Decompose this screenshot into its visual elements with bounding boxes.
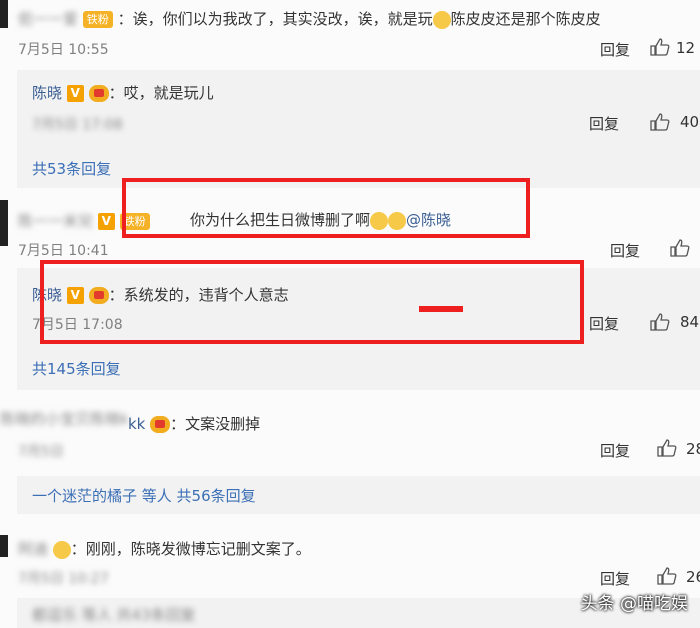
comment-1-reply-button[interactable]: 回复 [600,39,630,60]
reply-1-text: ：哎，就是玩儿 [108,84,214,102]
comment-3-username[interactable]: 陈晓的小宝贝陈晓kk [0,408,128,429]
comment-3-username-visible[interactable]: kk [128,415,145,433]
verified-icon: V [66,85,84,102]
comment-1-line: 伌一一爱 铁粉 ：诶，你们以为我改了，其实没改，诶，就是玩 陈皮皮还是那个陈皮皮 [18,8,601,29]
comment-1-time: 7月5日 10:55 [18,42,109,58]
comment-3-line: 陈晓的小宝贝陈晓kkkk ：文案没删掉 [0,408,260,434]
comment-1-replies: 陈晓 V ：哎，就是玩儿 7月5日 17:08 回复 40 共53条回复 [17,70,700,188]
avatar[interactable] [0,0,8,28]
comment-2-reply-button[interactable]: 回复 [610,240,640,261]
comment-1-likes: 12 [676,39,696,57]
vip-crown-icon [150,416,171,433]
comment-3-text: ：文案没删掉 [170,415,261,433]
comment-1-text: ：诶，你们以为我改了，其实没改，诶，就是玩 [117,10,433,28]
comment-4-line: 阿迪 ：刚刚，陈晓发微博忘记删文案了。 [18,538,311,559]
highlight-box [40,260,584,344]
highlight-mark [419,306,463,312]
highlight-box [122,178,530,238]
comment-4-text: ：刚刚，陈晓发微博忘记删文案了。 [70,540,311,558]
like-icon[interactable] [650,38,670,56]
reply-1-time: 7月5日 17:08 [32,117,123,133]
comment-2-time: 7月5日 10:41 [18,243,109,259]
reply-2-reply-button[interactable]: 回复 [589,313,619,334]
dog-emoji-icon [432,10,451,29]
like-icon[interactable] [650,313,670,331]
comment-3-time: 7月5日 [18,444,64,460]
comment-4-time: 7月5日 10:27 [18,571,109,587]
more-replies-link-2[interactable]: 共145条回复 [32,358,121,379]
emoji-icon [52,540,71,559]
fan-badge: 铁粉 [82,11,113,28]
comment-2-username[interactable]: 陈一一米兒 [18,212,93,230]
like-icon[interactable] [657,567,677,585]
reply-1-reply-button[interactable]: 回复 [589,113,619,134]
like-icon[interactable] [650,113,670,131]
reply-1-likes: 40 [680,113,700,131]
more-replies-link-3[interactable]: 一个迷茫的橘子 等人 共56条回复 [32,485,256,506]
comment-4-username[interactable]: 阿迪 [18,540,48,558]
vip-crown-icon [88,85,109,102]
avatar[interactable] [0,200,8,246]
comment-4-reply-button[interactable]: 回复 [600,568,630,589]
reply-1-username[interactable]: 陈晓 [32,84,62,102]
reply-1-line: 陈晓 V ：哎，就是玩儿 [32,82,214,103]
comment-1-text-2: 陈皮皮还是那个陈皮皮 [450,10,601,28]
comment-3-replies: 一个迷茫的橘子 等人 共56条回复 [17,476,700,514]
comment-1-username[interactable]: 伌一一爱 [18,10,78,28]
reply-2-likes: 84 [680,313,700,331]
comment-3-likes: 28 [686,440,700,458]
comment-3-reply-button[interactable]: 回复 [600,440,630,461]
verified-icon: V [97,213,115,230]
watermark: 头条 @喵吃娱 [580,594,688,614]
like-icon[interactable] [657,439,677,457]
like-icon[interactable] [670,239,690,257]
more-replies-link-1[interactable]: 共53条回复 [32,158,111,179]
avatar[interactable] [0,535,8,557]
comment-4-likes: 26 [686,568,700,586]
